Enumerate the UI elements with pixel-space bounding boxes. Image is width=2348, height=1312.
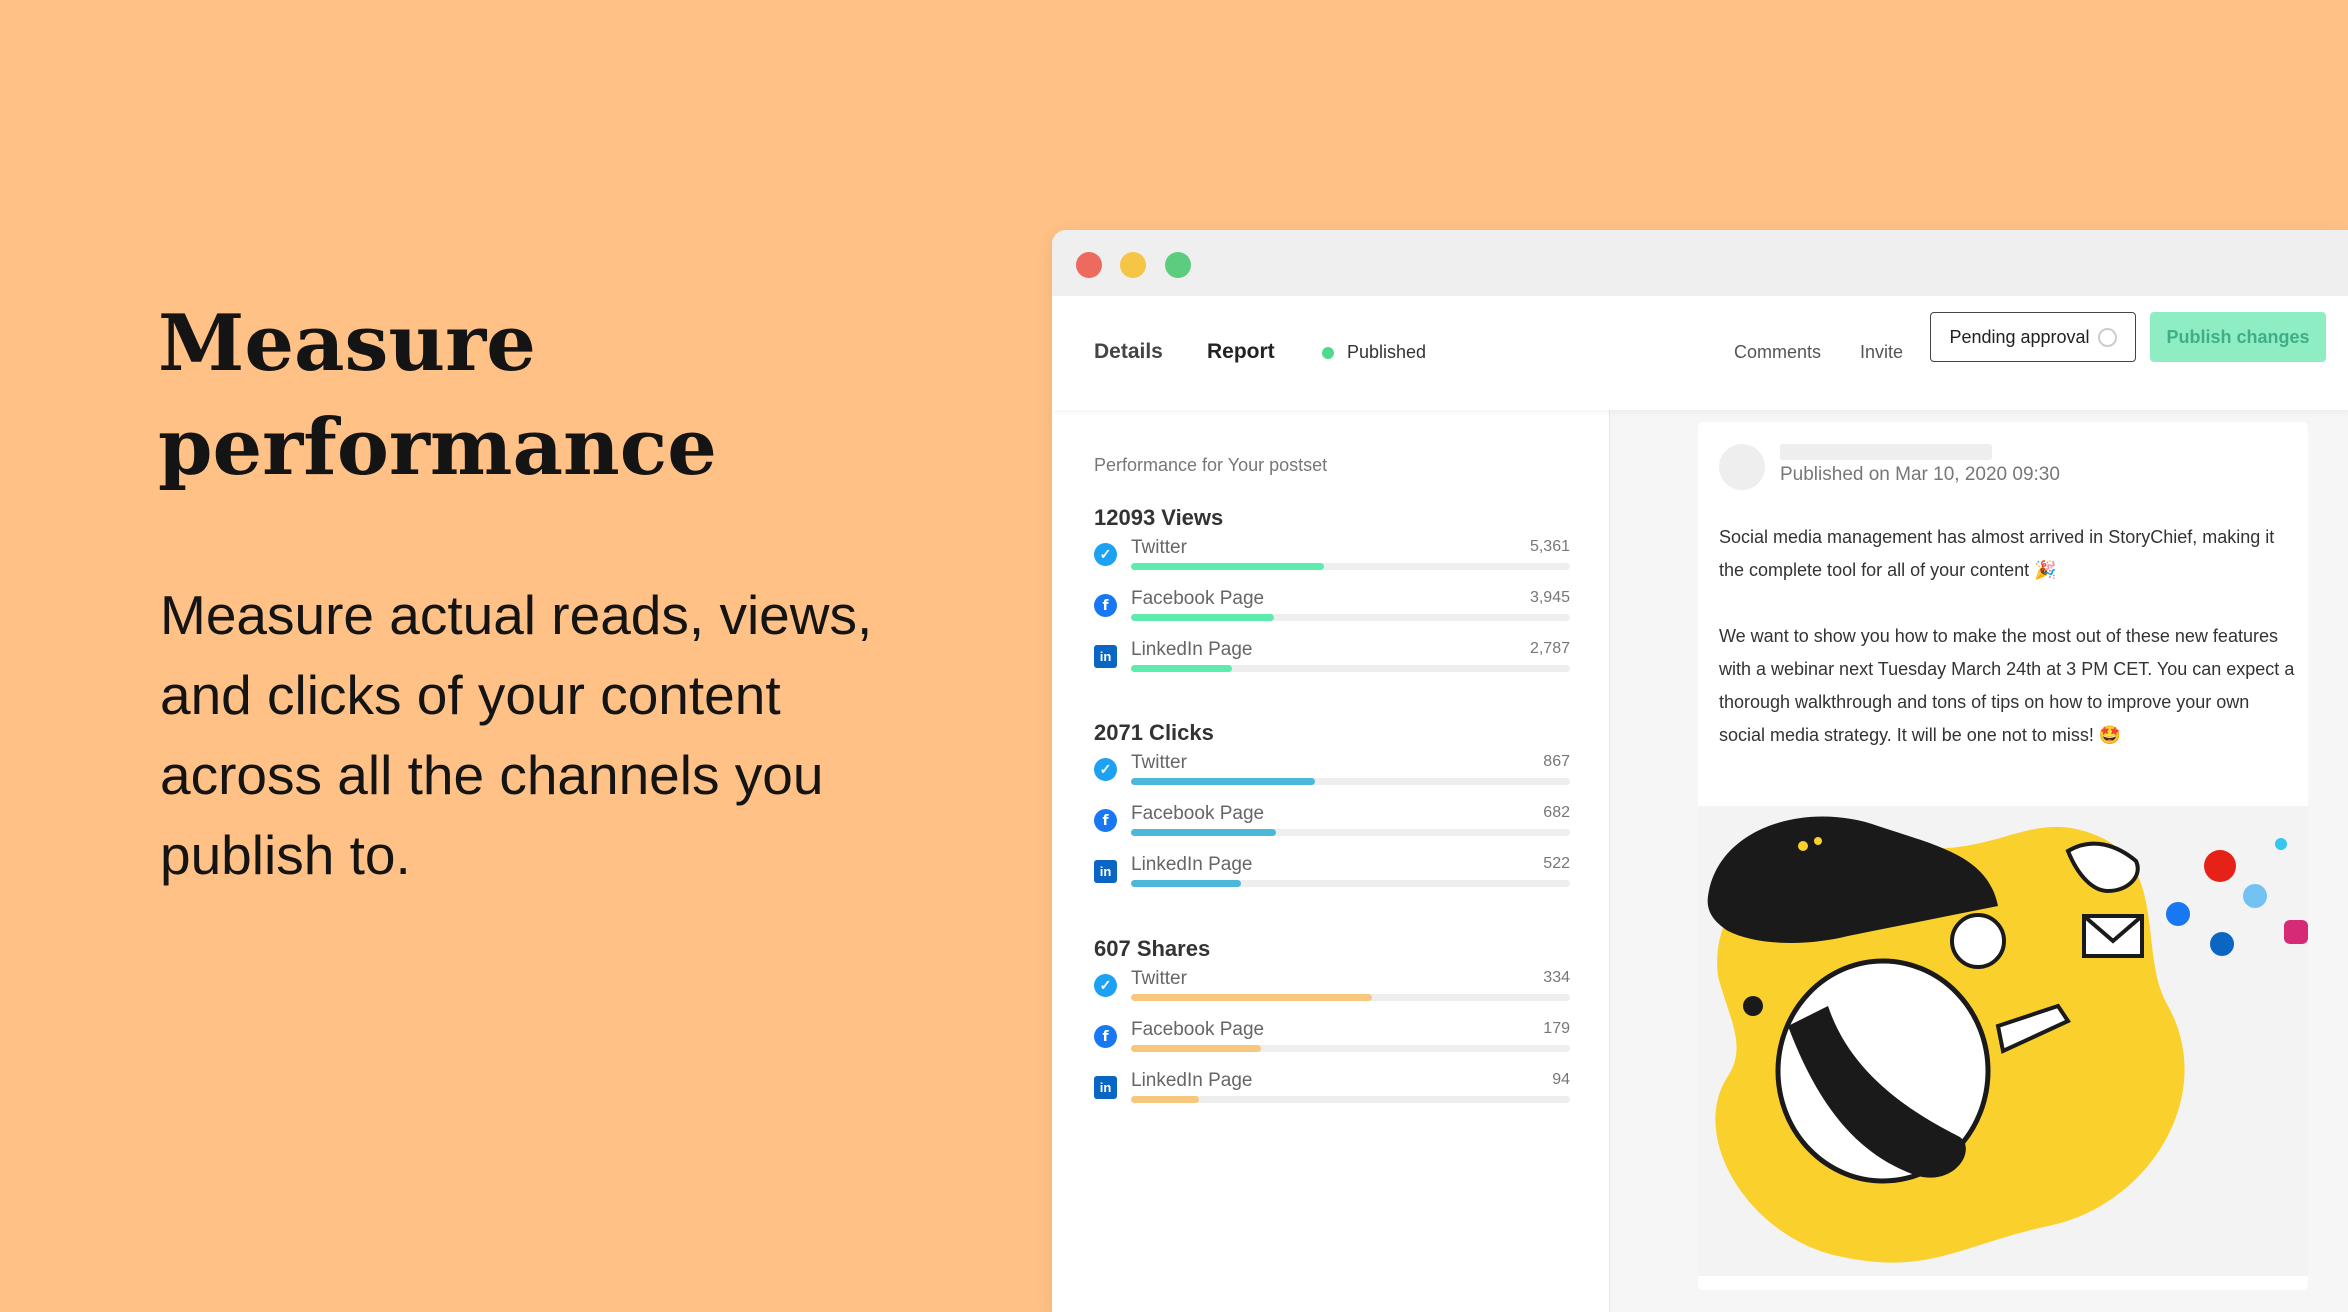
- channel-label: Twitter: [1131, 752, 1187, 773]
- metric-row: f Facebook Page 682: [1094, 801, 1570, 852]
- progress-fill: [1131, 563, 1325, 570]
- twitter-icon: ✓: [1094, 543, 1117, 566]
- facebook-icon: f: [1094, 1025, 1117, 1048]
- post-illustration: [1698, 806, 2308, 1276]
- hero-description: Measure actual reads, views, and clicks …: [160, 584, 873, 886]
- progress-fill: [1131, 880, 1241, 887]
- close-window-button[interactable]: [1076, 252, 1102, 278]
- tab-details[interactable]: Details: [1094, 340, 1163, 364]
- publish-changes-label: Publish changes: [2166, 326, 2310, 347]
- progress-track: [1131, 880, 1570, 887]
- metric-row: ✓ Twitter 334: [1094, 966, 1570, 1017]
- hero-title: Measure performance: [158, 292, 878, 500]
- channel-label: LinkedIn Page: [1131, 639, 1253, 660]
- channel-value: 522: [1543, 855, 1570, 872]
- hero-title-line-2: performance: [158, 402, 717, 493]
- progress-fill: [1131, 994, 1373, 1001]
- pending-approval-label: Pending approval: [1949, 326, 2090, 347]
- twitter-icon: ✓: [1094, 974, 1117, 997]
- tab-report[interactable]: Report: [1207, 340, 1275, 364]
- progress-track: [1131, 1045, 1570, 1052]
- metric-title: 607 Shares: [1094, 936, 1211, 961]
- metric-row: ✓ Twitter 867: [1094, 750, 1570, 801]
- progress-track: [1131, 829, 1570, 836]
- metric-row: f Facebook Page 3,945: [1094, 586, 1570, 637]
- pending-spinner-icon: [2097, 327, 2117, 347]
- channel-label: LinkedIn Page: [1131, 1070, 1253, 1091]
- status-dot-icon: [1322, 346, 1334, 359]
- post-body: Social media management has almost arriv…: [1719, 521, 2299, 752]
- progress-track: [1131, 994, 1570, 1001]
- maximize-window-button[interactable]: [1165, 252, 1191, 278]
- channel-label: Twitter: [1131, 968, 1187, 989]
- facebook-icon: f: [1094, 809, 1117, 832]
- status-label: Published: [1347, 342, 1427, 362]
- channel-label: Facebook Page: [1131, 1019, 1265, 1040]
- channel-value: 2,787: [1529, 640, 1570, 657]
- channel-value: 94: [1552, 1071, 1570, 1088]
- woman-social-illustration: [1707, 816, 2308, 1263]
- author-name-placeholder: [1780, 444, 1992, 460]
- linkedin-icon: in: [1094, 860, 1117, 883]
- metric-section: 12093 Views ✓ Twitter 5,361 f Facebook Page 3,…: [1094, 505, 1570, 688]
- channel-value: 334: [1543, 969, 1570, 986]
- channel-label: Twitter: [1131, 537, 1187, 558]
- progress-fill: [1131, 665, 1232, 672]
- twitter-icon: ✓: [1094, 758, 1117, 781]
- invite-link[interactable]: Invite: [1860, 342, 1903, 363]
- metric-row: ✓ Twitter 5,361: [1094, 535, 1570, 586]
- progress-fill: [1131, 614, 1274, 621]
- metric-row: f Facebook Page 179: [1094, 1017, 1570, 1068]
- post-paragraph-1: Social media management has almost arriv…: [1719, 527, 2275, 580]
- performance-label: Performance for Your postset: [1094, 455, 1328, 475]
- progress-fill: [1131, 829, 1276, 836]
- channel-label: Facebook Page: [1131, 588, 1265, 609]
- channel-value: 179: [1543, 1020, 1570, 1037]
- progress-track: [1131, 563, 1570, 570]
- metric-row: in LinkedIn Page 2,787: [1094, 637, 1570, 688]
- metric-title: 2071 Clicks: [1094, 720, 1214, 745]
- post-preview-card: Published on Mar 10, 2020 09:30 Social m…: [1698, 422, 2308, 1290]
- minimize-window-button[interactable]: [1120, 252, 1146, 278]
- status-badge: Published: [1322, 342, 1426, 363]
- progress-track: [1131, 778, 1570, 785]
- comments-link[interactable]: Comments: [1734, 342, 1821, 363]
- progress-track: [1131, 614, 1570, 621]
- progress-fill: [1131, 778, 1316, 785]
- metric-row: in LinkedIn Page 94: [1094, 1068, 1570, 1119]
- pending-approval-button[interactable]: Pending approval: [1930, 312, 2136, 362]
- metric-row: in LinkedIn Page 522: [1094, 852, 1570, 903]
- channel-value: 5,361: [1529, 538, 1570, 555]
- linkedin-icon: in: [1094, 1076, 1117, 1099]
- toolbar: Details Report Published Comments Invite…: [1052, 296, 2348, 410]
- metric-title: 12093 Views: [1094, 505, 1224, 530]
- window-titlebar: [1052, 230, 2348, 296]
- progress-fill: [1131, 1096, 1200, 1103]
- post-paragraph-2: We want to show you how to make the most…: [1719, 626, 2295, 745]
- progress-track: [1131, 665, 1570, 672]
- publish-changes-button[interactable]: Publish changes: [2150, 312, 2326, 362]
- channel-value: 3,945: [1529, 589, 1570, 606]
- progress-fill: [1131, 1045, 1261, 1052]
- report-panel: Performance for Your postset 12093 Views…: [1052, 410, 1610, 1312]
- metric-section: 607 Shares ✓ Twitter 334 f Facebook Page 179 in…: [1094, 936, 1570, 1119]
- progress-track: [1131, 1096, 1570, 1103]
- avatar: [1719, 444, 1765, 490]
- channel-label: Facebook Page: [1131, 803, 1265, 824]
- published-date: Published on Mar 10, 2020 09:30: [1780, 464, 2060, 485]
- facebook-icon: f: [1094, 594, 1117, 617]
- channel-label: LinkedIn Page: [1131, 854, 1253, 875]
- hero-title-line-1: Measure: [158, 298, 536, 389]
- channel-value: 867: [1543, 753, 1570, 770]
- metric-section: 2071 Clicks ✓ Twitter 867 f Facebook Page 682 i…: [1094, 720, 1570, 903]
- channel-value: 682: [1543, 804, 1570, 821]
- linkedin-icon: in: [1094, 645, 1117, 668]
